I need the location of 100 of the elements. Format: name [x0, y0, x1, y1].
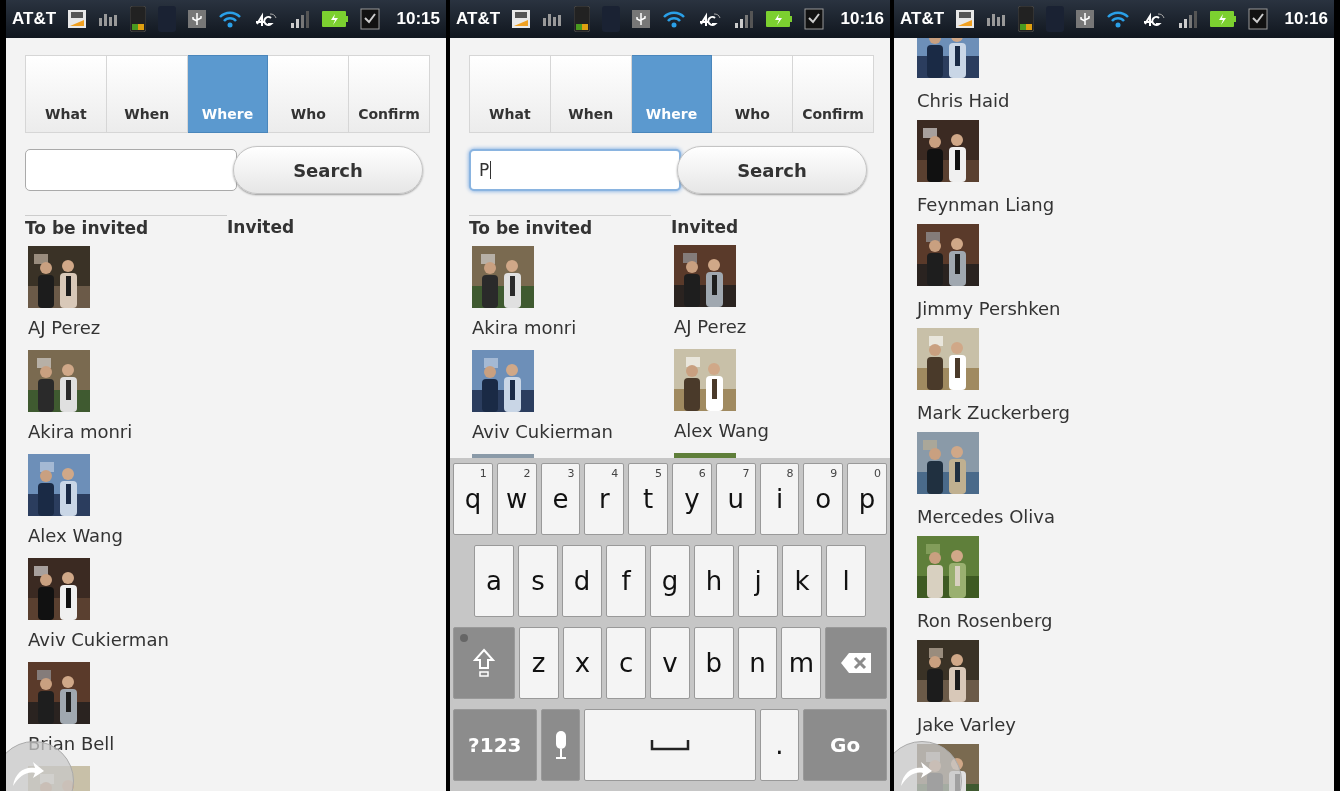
keyboard-key[interactable]: t 5 — [628, 463, 668, 535]
tab[interactable]: When — [106, 55, 188, 133]
keyboard-key[interactable]: b — [693, 627, 734, 699]
caps-indicator — [460, 634, 468, 642]
keyboard-key[interactable]: l — [826, 545, 866, 617]
network-4g-icon — [698, 10, 723, 28]
keyboard-key[interactable]: w 2 — [496, 463, 537, 535]
carrier-name: AT&T — [12, 9, 57, 29]
column-heading: To be invited — [25, 215, 227, 240]
signal-icon — [1178, 10, 1199, 28]
keyboard-key[interactable]: d — [562, 545, 602, 617]
wifi-icon — [218, 10, 243, 28]
microphone-key[interactable] — [540, 709, 581, 781]
data-network-icon — [512, 10, 531, 28]
keyboard-key[interactable]: m — [781, 627, 822, 699]
search-field[interactable] — [25, 149, 237, 191]
contact-name: Akira monri — [28, 419, 134, 444]
tab[interactable]: Confirm — [793, 55, 874, 133]
tab[interactable]: When — [550, 55, 632, 133]
key-hint: 6 — [698, 467, 706, 480]
keyboard-key[interactable]: . — [759, 709, 800, 781]
contact-name: Aviv Cukierman — [28, 627, 170, 652]
keyboard-key[interactable]: a — [474, 545, 514, 617]
back-arrow-icon — [11, 760, 45, 786]
contact-name: Chris Haid — [917, 88, 1011, 113]
backspace-key[interactable] — [825, 627, 887, 699]
tab[interactable]: What — [25, 55, 107, 133]
key-hint: 4 — [611, 467, 619, 480]
keyboard-key[interactable]: e 3 — [540, 463, 581, 535]
keyboard-key[interactable]: s — [518, 545, 558, 617]
keyboard-key[interactable]: y 6 — [672, 463, 712, 535]
contact-name: Brian Bell — [28, 731, 116, 756]
column-heading: Invited — [671, 216, 740, 239]
signal-icon — [290, 10, 311, 28]
checkbox-icon — [804, 8, 825, 30]
power-widget-icon — [574, 6, 591, 32]
network-4g-icon — [1142, 10, 1167, 28]
contact-name: Jimmy Pershken — [917, 296, 1062, 321]
contact-name: AJ Perez — [674, 314, 748, 339]
keyboard-key[interactable]: u 7 — [715, 463, 756, 535]
keyboard-key[interactable]: x — [562, 627, 603, 699]
keyboard-key[interactable]: g — [650, 545, 690, 617]
contact-name: Alex Wang — [674, 418, 770, 443]
keyboard-key[interactable]: v — [650, 627, 690, 699]
backspace-icon — [840, 652, 873, 674]
usb-icon — [632, 10, 651, 28]
search-button[interactable]: Search — [677, 146, 867, 194]
usb-icon — [188, 10, 207, 28]
keyboard-key[interactable]: j — [738, 545, 778, 617]
battery-icon — [766, 11, 793, 27]
keyboard-key[interactable]: r 4 — [584, 463, 625, 535]
tab[interactable]: Who — [268, 55, 350, 133]
keyboard-key[interactable]: k — [782, 545, 822, 617]
contact-name: Jake Varley — [917, 712, 1017, 737]
contact-name: Feynman Liang — [917, 192, 1056, 217]
space-icon — [650, 739, 690, 751]
signal-icon — [734, 10, 755, 28]
key-hint: 9 — [830, 467, 838, 480]
column-heading: Invited — [227, 216, 296, 239]
contact-name: Mercedes Oliva — [917, 504, 1057, 529]
key-hint: 1 — [479, 467, 487, 480]
keyboard-key[interactable]: o 9 — [803, 463, 844, 535]
checkbox-icon — [360, 8, 381, 30]
key-hint: 7 — [742, 467, 750, 480]
keyboard-key[interactable]: c — [606, 627, 647, 699]
carrier-name: AT&T — [456, 9, 501, 29]
search-button[interactable]: Search — [233, 146, 423, 194]
key-hint: 0 — [874, 467, 881, 480]
keyboard-key[interactable]: n — [737, 627, 778, 699]
power-widget-icon — [1018, 6, 1035, 32]
search-field[interactable]: P — [469, 149, 681, 191]
keyboard-key[interactable]: p 0 — [847, 463, 887, 535]
bars-icon — [98, 12, 119, 26]
clock-time: 10:16 — [840, 9, 884, 29]
power-widget-icon — [130, 6, 147, 32]
tab[interactable]: Who — [712, 55, 794, 133]
column-heading: To be invited — [469, 215, 671, 240]
clock-time: 10:15 — [396, 9, 440, 29]
shift-key[interactable] — [453, 627, 515, 699]
tab[interactable]: Confirm — [349, 55, 430, 133]
key-hint: 2 — [523, 467, 531, 480]
keyboard-key[interactable]: q 1 — [453, 463, 493, 535]
contact-name: Alex Wang — [28, 523, 124, 548]
keyboard-key[interactable]: h — [694, 545, 734, 617]
keyboard-key[interactable]: z — [518, 627, 559, 699]
wifi-icon — [1106, 10, 1131, 28]
bars-icon — [542, 12, 563, 26]
tab[interactable]: What — [469, 55, 551, 133]
key-hint: 5 — [655, 467, 662, 480]
keyboard-key[interactable]: f — [606, 545, 646, 617]
usb-icon — [1076, 10, 1095, 28]
bars-icon — [986, 12, 1007, 26]
dark-widget-icon — [1046, 6, 1065, 32]
wifi-icon — [662, 10, 687, 28]
keyboard-key[interactable]: i 8 — [759, 463, 800, 535]
back-arrow-icon — [899, 760, 933, 786]
space-key[interactable] — [584, 709, 756, 781]
battery-icon — [322, 11, 349, 27]
contact-name: Aviv Cukierman — [472, 419, 614, 444]
data-network-icon — [956, 10, 975, 28]
